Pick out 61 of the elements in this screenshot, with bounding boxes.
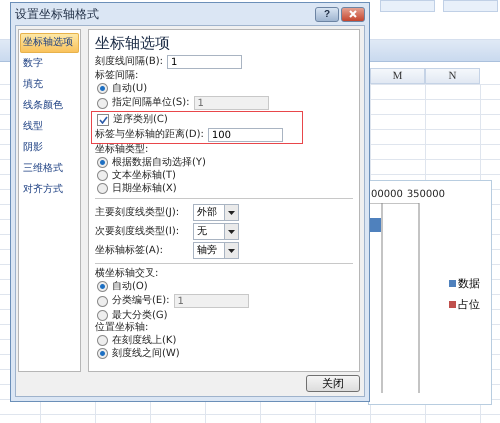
sidebar-item[interactable]: 线型: [20, 117, 79, 137]
field-label: 刻度线间隔(B):: [95, 56, 164, 68]
radio-label: 日期坐标轴(X): [112, 182, 177, 194]
radio-label: 文本坐标轴(T): [112, 170, 176, 182]
radio-label: 指定间隔单位(S):: [112, 97, 190, 109]
section-label: 标签间隔:: [95, 70, 138, 82]
input-field[interactable]: 100: [208, 128, 283, 142]
close-icon: [349, 10, 357, 18]
axis-label: 00000: [371, 189, 403, 200]
radio-label: 在刻度线上(K): [112, 334, 176, 346]
section-label: 坐标轴类型:: [95, 144, 148, 156]
dropdown-arrow-icon: [228, 230, 235, 234]
field-label: 坐标轴标签(A):: [95, 244, 164, 256]
radio-label: 最大分类(G): [112, 310, 168, 322]
dropdown-arrow-icon: [228, 210, 235, 214]
radio-button[interactable]: [97, 335, 108, 346]
radio-label: 根据数据自动选择(Y): [112, 156, 206, 168]
field-label: 主要刻度线类型(J):: [95, 206, 180, 218]
radio-button[interactable]: [97, 296, 108, 306]
field-label: 次要刻度线类型(I):: [95, 226, 180, 238]
section-label: 横坐标轴交叉:: [95, 268, 158, 280]
radio-button[interactable]: [97, 83, 108, 94]
dropdown[interactable]: 无: [193, 223, 239, 240]
ribbon-tile[interactable]: [380, 0, 435, 12]
radio-button[interactable]: [97, 170, 108, 181]
column-header[interactable]: M: [370, 68, 425, 84]
sidebar-item[interactable]: 数字: [20, 54, 79, 74]
radio-label: 自动(O): [112, 280, 148, 292]
checkbox[interactable]: [97, 114, 109, 126]
radio-button[interactable]: [97, 157, 108, 168]
sidebar-item[interactable]: 阴影: [20, 138, 79, 158]
radio-button[interactable]: [97, 281, 108, 292]
column-header[interactable]: N: [425, 68, 480, 84]
sidebar-item[interactable]: 线条颜色: [20, 96, 79, 116]
dropdown[interactable]: 外部: [193, 204, 239, 221]
radio-label: 自动(U): [112, 82, 148, 94]
panel-heading: 坐标轴选项: [95, 34, 171, 53]
sidebar-item[interactable]: 坐标轴选项: [20, 33, 79, 53]
radio-button[interactable]: [97, 348, 108, 359]
legend-label: 占位: [458, 297, 480, 312]
dropdown-arrow-icon: [228, 248, 235, 252]
sidebar-item[interactable]: 对齐方式: [20, 180, 79, 200]
sidebar-item[interactable]: 填充: [20, 75, 79, 95]
sidebar-item[interactable]: 三维格式: [20, 159, 79, 179]
radio-label: 分类编号(E):: [112, 295, 170, 307]
close-dialog-button[interactable]: 关闭: [306, 375, 360, 392]
ribbon-tile[interactable]: [443, 0, 498, 12]
checkbox-label: 逆序类别(C): [113, 114, 168, 126]
legend-label: 数据: [458, 276, 480, 291]
help-button[interactable]: ?: [315, 6, 339, 22]
window-title: 设置坐标轴格式: [15, 6, 99, 22]
radio-button[interactable]: [97, 310, 108, 321]
input-field[interactable]: 1: [167, 55, 242, 69]
field-label: 标签与坐标轴的距离(D):: [95, 129, 204, 141]
dropdown[interactable]: 轴旁: [193, 242, 239, 259]
axis-label: 350000: [406, 189, 445, 200]
section-label: 位置坐标轴:: [95, 322, 148, 334]
radio-button[interactable]: [97, 183, 108, 194]
radio-button[interactable]: [97, 98, 108, 108]
radio-label: 刻度线之间(W): [112, 348, 180, 360]
close-button[interactable]: [341, 6, 365, 22]
